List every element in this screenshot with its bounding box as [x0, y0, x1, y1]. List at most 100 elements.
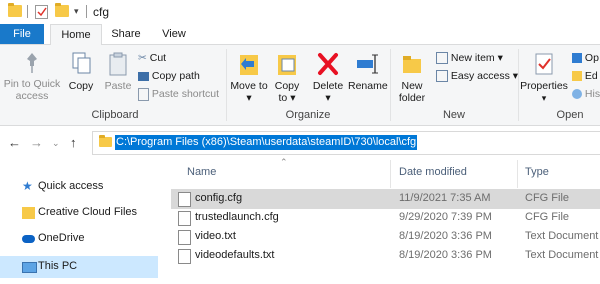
rename-button[interactable]: Rename [348, 51, 388, 92]
tab-view[interactable]: View [154, 24, 194, 44]
paste-button[interactable]: Paste [102, 51, 134, 92]
open-button[interactable]: Op [572, 51, 599, 65]
nav-item-quick-access[interactable]: ★ Quick access [0, 176, 158, 198]
pin-label: Pin to Quick access [3, 78, 61, 102]
file-row[interactable]: trustedlaunch.cfg 9/29/2020 7:39 PM CFG … [171, 208, 600, 228]
column-separator[interactable] [390, 160, 391, 188]
new-folder-label: New folder [398, 80, 426, 104]
column-header-date-modified[interactable]: Date modified [399, 166, 467, 178]
file-row[interactable]: video.txt 8/19/2020 3:36 PM Text Documen… [171, 227, 600, 247]
ribbon: Pin to Quick access Copy Paste ✂ Cut Cop… [0, 45, 600, 126]
edit-icon [572, 71, 582, 82]
separator [27, 5, 28, 18]
address-path[interactable]: C:\Program Files (x86)\Steam\userdata\st… [115, 135, 418, 150]
tab-file[interactable]: File [0, 24, 44, 44]
copy-to-button[interactable]: Copy to ▾ [270, 51, 304, 104]
computer-icon [22, 262, 37, 273]
text-file-icon [178, 249, 191, 264]
copy-button[interactable]: Copy [66, 51, 96, 92]
copy-label: Copy [68, 80, 94, 92]
navigation-pane: ★ Quick access Creative Cloud Files OneD… [0, 160, 165, 284]
file-row[interactable]: config.cfg 11/9/2021 7:35 AM CFG File [171, 189, 600, 209]
paste-shortcut-label: Paste shortcut [151, 88, 220, 100]
folder-icon [99, 135, 112, 147]
window-title: cfg [93, 5, 110, 19]
sort-ascending-icon: ⌃ [280, 157, 288, 167]
open-group-label: Open [556, 109, 584, 121]
file-name: video.txt [195, 230, 236, 242]
new-item-label: New item [450, 52, 495, 64]
file-list: ⌃ Name Date modified Type config.cfg 11/… [165, 157, 600, 284]
pin-icon [27, 53, 37, 73]
easy-access-button[interactable]: Easy access ▾ [436, 69, 518, 83]
tab-share[interactable]: Share [104, 24, 148, 44]
paste-shortcut-icon [138, 87, 149, 101]
file-type: CFG File [525, 192, 569, 204]
file-type: Text Document [525, 249, 599, 261]
properties-button[interactable]: Properties ▾ [520, 51, 568, 104]
nav-item-label: OneDrive [38, 232, 85, 244]
nav-item-label: This PC [38, 260, 78, 272]
column-header-type[interactable]: Type [525, 166, 549, 178]
recent-locations-chevron-icon[interactable]: ⌄ [52, 138, 60, 149]
clipboard-group-label: Clipboard [91, 109, 139, 121]
file-date: 9/29/2020 7:39 PM [399, 211, 492, 223]
file-icon [178, 211, 191, 226]
paste-label: Paste [104, 80, 132, 92]
move-to-button[interactable]: Move to ▾ [230, 51, 268, 104]
edit-label: Ed [584, 70, 598, 82]
forward-arrow-icon[interactable]: → [30, 135, 43, 150]
address-bar[interactable]: C:\Program Files (x86)\Steam\userdata\st… [92, 131, 600, 155]
history-button[interactable]: His [572, 87, 600, 101]
paste-shortcut-button[interactable]: Paste shortcut [138, 87, 219, 101]
properties-check-icon[interactable] [35, 5, 48, 19]
organize-group-label: Organize [285, 109, 331, 121]
group-separator [226, 49, 227, 121]
copy-path-label: Copy path [151, 70, 200, 82]
properties-icon [535, 53, 553, 75]
pin-to-quick-access-button[interactable]: Pin to Quick access [2, 51, 62, 102]
file-date: 11/9/2021 7:35 AM [399, 192, 491, 204]
new-item-button[interactable]: New item ▾ [436, 51, 503, 65]
properties-label: Properties [520, 80, 568, 92]
nav-item-onedrive[interactable]: OneDrive [0, 228, 158, 250]
copy-to-label: Copy to ▾ [274, 80, 300, 104]
new-folder-icon [403, 56, 421, 73]
file-type: CFG File [525, 211, 569, 223]
history-label: His [584, 88, 600, 100]
nav-item-label: Creative Cloud Files [38, 206, 138, 218]
group-separator [518, 49, 519, 121]
new-folder-button[interactable]: New folder [392, 51, 432, 104]
customize-toolbar-icon[interactable]: ▾ [74, 6, 79, 17]
cut-button[interactable]: ✂ Cut [138, 51, 166, 65]
file-date: 8/19/2020 3:36 PM [399, 230, 492, 242]
new-folder-icon[interactable] [55, 3, 69, 17]
properties-dropdown-icon: ▾ [541, 93, 547, 103]
open-label: Op [584, 52, 599, 64]
copy-path-icon [138, 71, 149, 81]
nav-item-creative-cloud-files[interactable]: Creative Cloud Files [0, 202, 158, 224]
edit-button[interactable]: Ed [572, 69, 598, 83]
file-name: videodefaults.txt [195, 249, 275, 261]
up-arrow-icon[interactable]: ↑ [70, 135, 77, 150]
back-arrow-icon[interactable]: ← [8, 135, 21, 150]
text-file-icon [178, 230, 191, 245]
tab-home[interactable]: Home [50, 24, 102, 46]
column-header-name[interactable]: Name [187, 166, 216, 178]
nav-item-this-pc[interactable]: This PC [0, 256, 158, 278]
easy-access-label: Easy access [450, 70, 510, 82]
folder-icon [8, 3, 22, 17]
copy-path-button[interactable]: Copy path [138, 69, 200, 83]
rename-label: Rename [348, 80, 388, 92]
file-row[interactable]: videodefaults.txt 8/19/2020 3:36 PM Text… [171, 246, 600, 266]
column-separator[interactable] [517, 160, 518, 188]
title-bar: ▾ cfg [0, 0, 600, 24]
delete-button[interactable]: Delete ▾ [310, 51, 346, 104]
file-name: config.cfg [195, 192, 243, 204]
move-to-label: Move to ▾ [230, 80, 268, 104]
copy-to-icon [278, 55, 296, 75]
rename-icon [357, 54, 378, 74]
new-item-icon [436, 52, 448, 65]
file-icon [178, 192, 191, 207]
cloud-icon [22, 235, 35, 243]
